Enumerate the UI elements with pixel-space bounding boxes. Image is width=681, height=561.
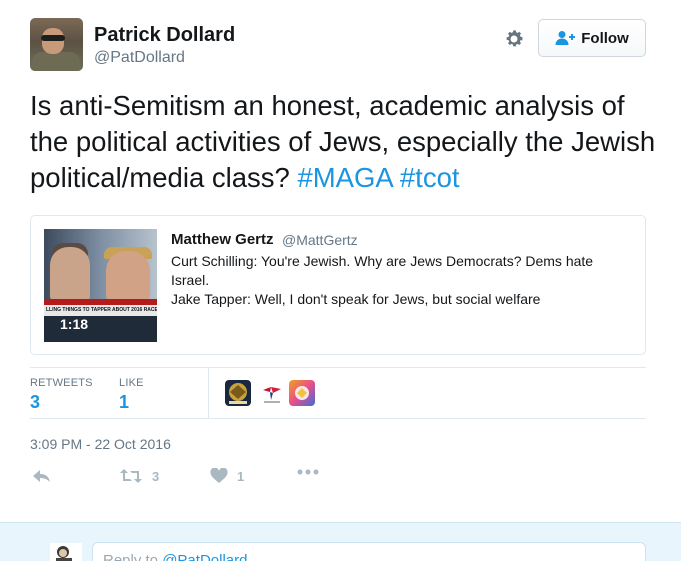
add-user-icon — [555, 31, 576, 45]
retweets-stat[interactable]: RETWEETS 3 — [30, 377, 93, 413]
likes-stat[interactable]: LIKE 1 — [119, 377, 144, 413]
quoted-line-2: Jake Tapper: Well, I don't speak for Jew… — [171, 291, 541, 307]
quoted-author-handle[interactable]: @MattGertz — [282, 232, 358, 248]
likes-count: 1 — [119, 392, 130, 412]
tweet-text: Is anti-Semitism an honest, academic ana… — [30, 88, 660, 196]
user-avatar-2[interactable] — [259, 380, 285, 406]
retweet-count: 3 — [152, 468, 160, 484]
retweet-button[interactable]: 3 — [119, 468, 159, 484]
more-icon — [297, 469, 319, 475]
person-left — [50, 247, 90, 302]
reply-area: Reply to @PatDollard — [0, 522, 681, 561]
author-avatar[interactable] — [30, 18, 83, 71]
reply-input[interactable]: Reply to @PatDollard — [92, 542, 646, 561]
quoted-text: Curt Schilling: You're Jewish. Why are J… — [171, 252, 631, 309]
tweet-actions: 3 1 — [30, 468, 430, 492]
video-thumbnail[interactable]: LLING THINGS TO TAPPER ABOUT 2016 RACE, … — [44, 229, 157, 342]
heart-icon — [210, 468, 228, 483]
gear-icon[interactable] — [503, 28, 525, 50]
retweets-label: RETWEETS — [30, 377, 93, 389]
reply-placeholder: Reply to @PatDollard — [103, 552, 248, 561]
author-name[interactable]: Patrick Dollard — [94, 24, 235, 47]
like-count: 1 — [237, 468, 245, 484]
hashtag-tcot[interactable]: #tcot — [400, 162, 460, 193]
more-button[interactable] — [296, 468, 320, 476]
tweet-header: Patrick Dollard @PatDollard Follow — [30, 18, 650, 74]
likes-label: LIKE — [119, 377, 144, 389]
user-avatar-1[interactable] — [225, 380, 251, 406]
retweets-count: 3 — [30, 392, 41, 412]
video-duration: 1:18 — [60, 316, 89, 332]
reply-button[interactable] — [32, 468, 52, 484]
reply-icon — [33, 470, 50, 482]
tweet-stats: RETWEETS 3 LIKE 1 — [30, 367, 646, 419]
tweet-timestamp[interactable]: 3:09 PM - 22 Oct 2016 — [30, 436, 171, 452]
quoted-tweet[interactable]: LLING THINGS TO TAPPER ABOUT 2016 RACE, … — [30, 215, 646, 355]
chyron-text: LLING THINGS TO TAPPER ABOUT 2016 RACE, … — [44, 305, 157, 316]
follow-button[interactable]: Follow — [538, 19, 646, 57]
hashtag-maga[interactable]: #MAGA — [297, 162, 392, 193]
like-button[interactable]: 1 — [210, 468, 244, 484]
quoted-line-1: Curt Schilling: You're Jewish. Why are J… — [171, 253, 594, 288]
current-user-avatar — [50, 543, 82, 561]
author-handle[interactable]: @PatDollard — [94, 49, 185, 67]
follow-label: Follow — [581, 29, 629, 47]
person-right — [106, 251, 150, 303]
user-avatar-3[interactable] — [289, 380, 315, 406]
stats-divider — [208, 368, 209, 419]
quoted-author-name[interactable]: Matthew Gertz — [171, 231, 274, 248]
retweet-icon — [120, 469, 142, 483]
